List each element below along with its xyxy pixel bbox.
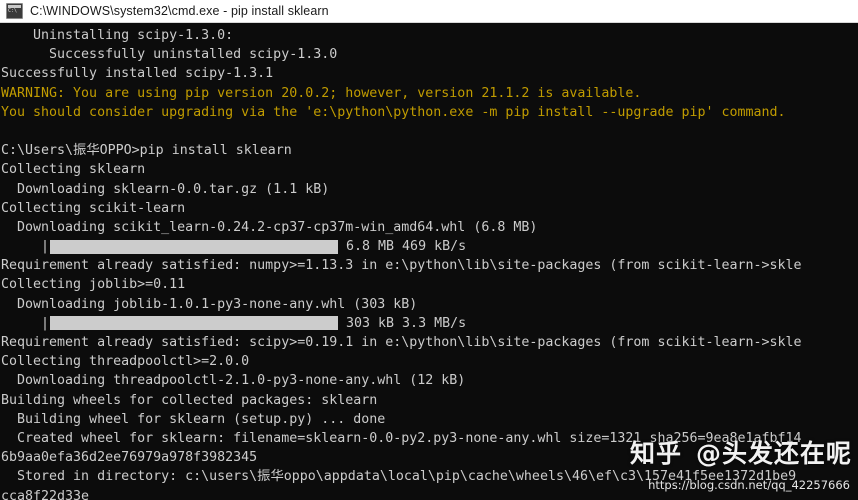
- console-line: Building wheels for collected packages: …: [1, 392, 378, 408]
- console-line: Collecting sklearn: [1, 162, 146, 178]
- console-line: 6b9aa0efa36d2ee76979a978f3982345: [1, 450, 258, 466]
- console-line: Successfully installed scipy-1.3.1: [1, 66, 274, 82]
- console-line: Requirement already satisfied: scipy>=0.…: [1, 335, 802, 350]
- window-title: C:\WINDOWS\system32\cmd.exe - pip instal…: [30, 4, 329, 18]
- console-line: Collecting threadpoolctl>=2.0.0: [1, 354, 250, 370]
- progress-bar-fill: [50, 316, 339, 331]
- console-line: Successfully uninstalled scipy-1.3.0: [1, 47, 338, 63]
- progress-bar-bracket: |: [41, 315, 50, 331]
- progress-status-text: 303 kB 3.3 MB/s: [346, 315, 467, 331]
- progress-bar-fill: [50, 239, 339, 254]
- download-progress-row: | 303 kB 3.3 MB/s: [1, 314, 858, 333]
- console-line: Downloading scikit_learn-0.24.2-cp37-cp3…: [1, 219, 538, 235]
- window-titlebar[interactable]: C:\WINDOWS\system32\cmd.exe - pip instal…: [0, 0, 858, 23]
- console-line: Created wheel for sklearn: filename=skle…: [1, 430, 802, 446]
- download-progress-row: | 6.8 MB 469 kB/s: [1, 237, 858, 256]
- console-line: Downloading threadpoolctl-2.1.0-py3-none…: [1, 373, 466, 389]
- console-line: Stored in directory: c:\users\振华oppo\app…: [1, 469, 797, 485]
- cmd-window: C:\WINDOWS\system32\cmd.exe - pip instal…: [0, 0, 858, 500]
- console-line-warning: WARNING: You are using pip version 20.0.…: [1, 85, 642, 101]
- progress-status-text: 6.8 MB 469 kB/s: [346, 239, 467, 255]
- console-line: Collecting joblib>=0.11: [1, 277, 186, 293]
- console-line: C:\Users\振华OPPO>pip install sklearn: [1, 143, 292, 159]
- console-line: Uninstalling scipy-1.3.0:: [1, 28, 234, 43]
- cmd-window-icon: [6, 3, 23, 19]
- progress-bar-bracket: |: [41, 239, 50, 255]
- console-line: Downloading sklearn-0.0.tar.gz (1.1 kB): [1, 181, 330, 197]
- console-output[interactable]: Uninstalling scipy-1.3.0: Successfully u…: [0, 23, 858, 500]
- console-line-warning: You should consider upgrading via the 'e…: [1, 104, 786, 120]
- console-line: Requirement already satisfied: numpy>=1.…: [1, 258, 802, 274]
- console-line: cca8f22d33e: [1, 488, 90, 500]
- console-line: Building wheel for sklearn (setup.py) ..…: [1, 411, 386, 427]
- console-line: Collecting scikit-learn: [1, 200, 186, 216]
- console-line: Downloading joblib-1.0.1-py3-none-any.wh…: [1, 296, 418, 312]
